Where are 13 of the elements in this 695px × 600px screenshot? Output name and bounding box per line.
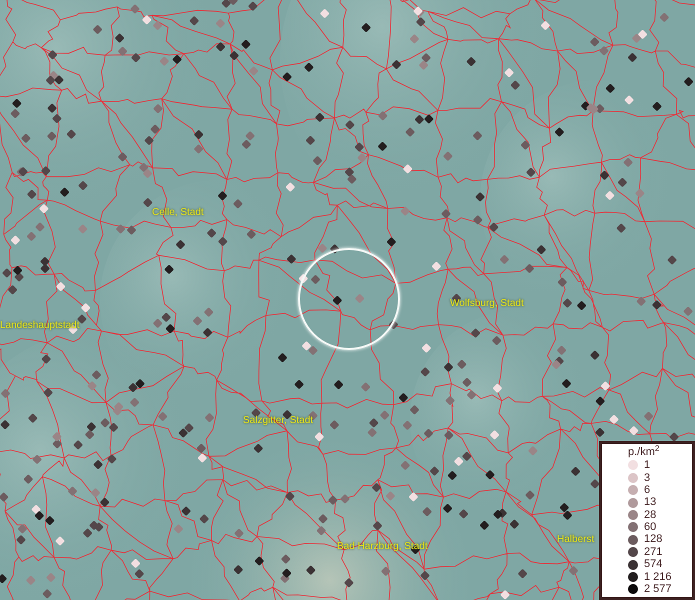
legend-label: 1 xyxy=(644,458,650,473)
legend-label: 13 xyxy=(644,495,656,510)
legend-label: 574 xyxy=(644,557,662,572)
legend-label: 6 xyxy=(644,482,650,497)
place-label: Halberst xyxy=(557,535,594,545)
legend-label: 2 577 xyxy=(644,582,672,598)
legend-title: p./km$^{2}$ xyxy=(628,446,660,458)
legend-label: 28 xyxy=(644,508,656,522)
legend-label: 128 xyxy=(644,532,662,547)
legend-label: 60 xyxy=(644,520,656,534)
legend-label: 1 216 xyxy=(644,570,672,584)
legend-label: 271 xyxy=(644,544,662,559)
legend-label: 3 xyxy=(644,470,650,485)
